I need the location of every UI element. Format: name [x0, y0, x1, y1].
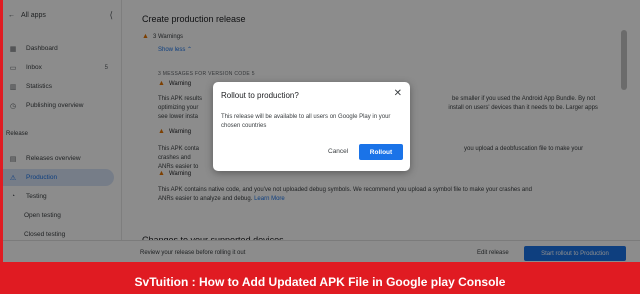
dialog-body: This release will be available to all us… — [221, 114, 391, 129]
app-window: Create production release ▲ 3 Warnings S… — [0, 0, 640, 265]
caption-banner: SvTuition : How to Add Updated APK File … — [134, 275, 506, 289]
close-icon[interactable]: ✕ — [394, 88, 402, 99]
rollout-dialog: Rollout to production? ✕ This release wi… — [213, 82, 410, 171]
dialog-title: Rollout to production? — [221, 91, 299, 100]
cancel-button[interactable]: Cancel — [328, 148, 348, 155]
rollout-button[interactable]: Rollout — [359, 144, 403, 160]
